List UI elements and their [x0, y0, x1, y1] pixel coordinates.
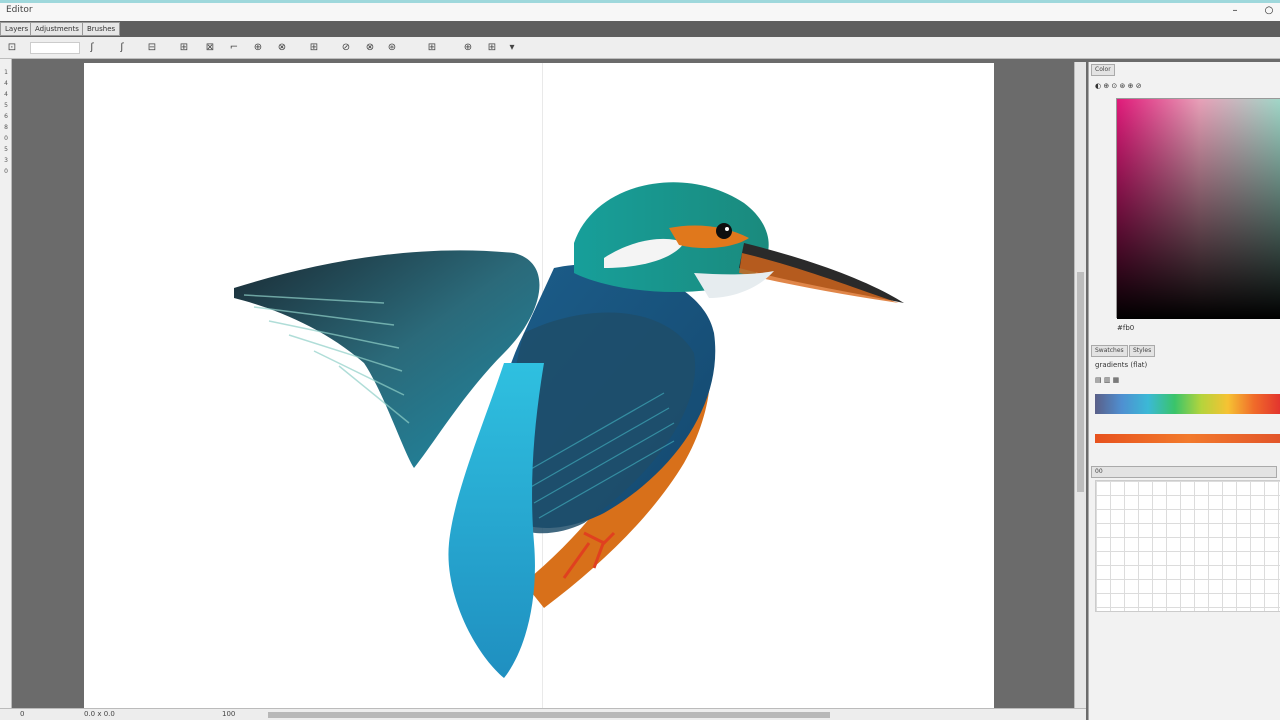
- horizontal-scroll-thumb[interactable]: [268, 712, 830, 718]
- ruler-tick: 4: [4, 91, 8, 98]
- tab-bar: Layers Adjustments Brushes: [0, 21, 1280, 37]
- section-label: gradients (flat): [1095, 361, 1148, 369]
- toolbar: ⊡ ʃ ʃ ⊟ ⊞ ⊠ ⌐ ⊕ ⊗ ⊞ ⊘ ⊗ ⊛ ⊞ ⊕ ⊞ ▾: [0, 37, 1280, 59]
- new-file-icon[interactable]: ⊡: [6, 41, 18, 54]
- vertical-scroll-thumb[interactable]: [1077, 272, 1084, 492]
- vertical-scrollbar[interactable]: [1074, 62, 1086, 710]
- layers-icon[interactable]: ⊟: [146, 41, 158, 54]
- brush-icon[interactable]: ʃ: [116, 41, 128, 54]
- kingfisher-illustration: [234, 182, 904, 678]
- document-canvas[interactable]: [84, 63, 994, 708]
- grid-icon[interactable]: ⊞: [426, 41, 438, 54]
- tab-adjustments[interactable]: Adjustments: [30, 22, 84, 36]
- size-readout: 100: [222, 710, 236, 718]
- vertical-ruler: 1 4 4 5 6 8 0 5 3 0: [0, 59, 12, 720]
- status-bar: 0 0.0 x 0.0 100: [0, 708, 1086, 720]
- ruler-tick: 5: [4, 102, 8, 109]
- transform-icon[interactable]: ⌐: [228, 41, 240, 54]
- color-field[interactable]: [1117, 99, 1280, 319]
- layout-icon[interactable]: ⊗: [276, 41, 288, 54]
- swatch-toggle-icon[interactable]: ▤ ▥ ▦: [1095, 376, 1119, 384]
- align-icon[interactable]: ⊛: [386, 41, 398, 54]
- history-header: 00: [1091, 466, 1277, 478]
- tab-swatches[interactable]: Swatches: [1091, 345, 1128, 357]
- spectrum-bar[interactable]: [1095, 394, 1280, 414]
- ruler-ticks: 1 4 4 5 6 8 0 5 3 0: [2, 69, 10, 289]
- tab-layers[interactable]: Layers: [0, 22, 34, 36]
- rotate-icon[interactable]: ⊕: [252, 41, 264, 54]
- title-bar: Editor – ○: [0, 0, 1280, 21]
- ruler-tick: 5: [4, 146, 8, 153]
- open-icon[interactable]: ʃ: [86, 41, 98, 54]
- settings-icon[interactable]: ⊗: [364, 41, 376, 54]
- ruler-tick: 6: [4, 113, 8, 120]
- crop-icon[interactable]: ⊞: [178, 41, 190, 54]
- color-picker[interactable]: [1116, 98, 1280, 319]
- tab-color[interactable]: Color: [1091, 64, 1115, 76]
- history-icon[interactable]: ⊘: [340, 41, 352, 54]
- minimize-button[interactable]: –: [1228, 4, 1242, 18]
- eyedropper-icon[interactable]: ⊞: [308, 41, 320, 54]
- swatch-grid[interactable]: [1095, 480, 1280, 612]
- hex-value[interactable]: #fb0: [1117, 324, 1134, 332]
- history-label: 00: [1095, 468, 1103, 475]
- ruler-tick: 0: [4, 135, 8, 142]
- navigator-icon[interactable]: ⊞: [486, 41, 498, 54]
- zoom-readout: 0: [20, 710, 25, 718]
- ruler-tick: 1: [4, 69, 8, 76]
- tab-styles[interactable]: Styles: [1129, 345, 1156, 357]
- zoom-icon[interactable]: ⊕: [462, 41, 474, 54]
- more-icon[interactable]: ▾: [506, 41, 518, 54]
- select-icon[interactable]: ⊠: [204, 41, 216, 54]
- color-mode-icon[interactable]: ◐ ⊕ ⊙ ⊛ ⊕ ⊘: [1095, 82, 1142, 90]
- ruler-tick: 3: [4, 157, 8, 164]
- side-panel: Color ◐ ⊕ ⊙ ⊛ ⊕ ⊘ #fb0 Swatches Styles g…: [1088, 62, 1280, 720]
- tab-brushes[interactable]: Brushes: [82, 22, 121, 36]
- window-title: Editor: [6, 5, 33, 15]
- coords-readout: 0.0 x 0.0: [84, 710, 115, 718]
- tool-option-field[interactable]: [30, 42, 80, 54]
- close-button[interactable]: ○: [1262, 4, 1276, 18]
- ruler-tick: 0: [4, 168, 8, 175]
- ruler-tick: 8: [4, 124, 8, 131]
- ruler-tick: 4: [4, 80, 8, 87]
- current-color-bar[interactable]: [1095, 434, 1280, 443]
